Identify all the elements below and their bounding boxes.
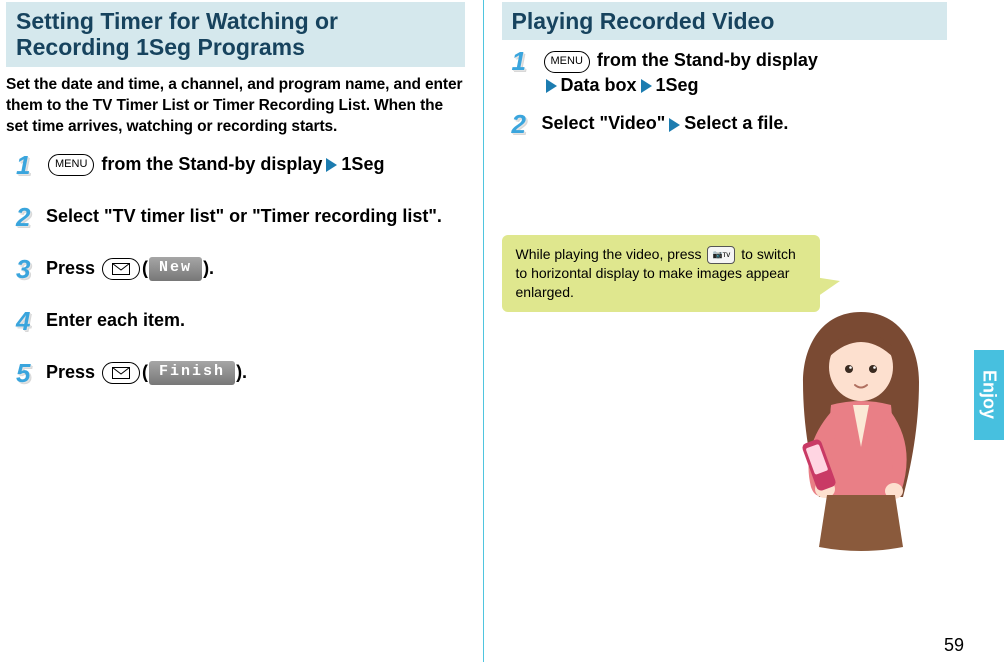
page-number: 59 — [944, 635, 964, 656]
arrow-icon — [669, 118, 680, 132]
menu-key-icon: MENU — [544, 51, 590, 73]
camera-tv-key-icon: 📷ᴛᴠ — [707, 246, 735, 264]
step-text: ). — [236, 362, 247, 382]
step-number: 4 — [16, 308, 36, 334]
step-3-left: 3 Press ( New ). — [16, 256, 465, 282]
step-text: 1Seg — [341, 154, 384, 174]
menu-key-icon: MENU — [48, 154, 94, 176]
step-text: Press — [46, 362, 100, 382]
step-number: 5 — [16, 360, 36, 386]
step-text: Data box — [561, 75, 637, 95]
step-1-right: 1 MENU from the Stand-by display Data bo… — [512, 48, 948, 97]
step-number: 1 — [16, 152, 36, 178]
step-text: Press — [46, 258, 100, 278]
step-text: ). — [203, 258, 214, 278]
step-text: Select "Video" — [542, 113, 666, 133]
step-2-left: 2 Select "TV timer list" or "Timer recor… — [16, 204, 465, 230]
step-5-left: 5 Press (Finish). — [16, 360, 465, 386]
arrow-icon — [641, 79, 652, 93]
step-text: Select "TV timer list" or "Timer recordi… — [46, 204, 442, 228]
arrow-icon — [326, 158, 337, 172]
left-column: Setting Timer for Watching or Recording … — [0, 0, 483, 662]
section-tab-enjoy: Enjoy — [974, 350, 1004, 440]
intro-text: Set the date and time, a channel, and pr… — [6, 75, 465, 138]
tip-callout: While playing the video, press 📷ᴛᴠ to sw… — [502, 235, 820, 312]
step-text: from the Stand-by display — [96, 154, 322, 174]
step-number: 2 — [16, 204, 36, 230]
mail-key-icon — [102, 362, 140, 384]
step-text: from the Stand-by display — [592, 50, 818, 70]
girl-illustration — [781, 297, 941, 577]
step-text: ( — [142, 258, 148, 278]
step-2-right: 2 Select "Video" Select a file. — [512, 111, 948, 137]
new-button-label: New — [149, 257, 202, 280]
step-number: 1 — [512, 48, 532, 74]
side-tab-bar: Enjoy — [974, 0, 1004, 662]
step-number: 3 — [16, 256, 36, 282]
step-text: Select a file. — [684, 113, 788, 133]
step-text: ( — [142, 362, 148, 382]
step-text: 1Seg — [656, 75, 699, 95]
arrow-icon — [546, 79, 557, 93]
step-4-left: 4 Enter each item. — [16, 308, 465, 334]
finish-button-label: Finish — [149, 361, 235, 384]
speech-tail-icon — [814, 277, 840, 299]
tip-text: While playing the video, press — [516, 246, 706, 262]
section-title-timer: Setting Timer for Watching or Recording … — [6, 2, 465, 67]
section-title-playback: Playing Recorded Video — [502, 2, 948, 40]
step-number: 2 — [512, 111, 532, 137]
step-1-left: 1 MENU from the Stand-by display 1Seg — [16, 152, 465, 178]
step-text: Enter each item. — [46, 308, 185, 332]
mail-key-icon — [102, 258, 140, 280]
right-column: Playing Recorded Video 1 MENU from the S… — [483, 0, 966, 662]
